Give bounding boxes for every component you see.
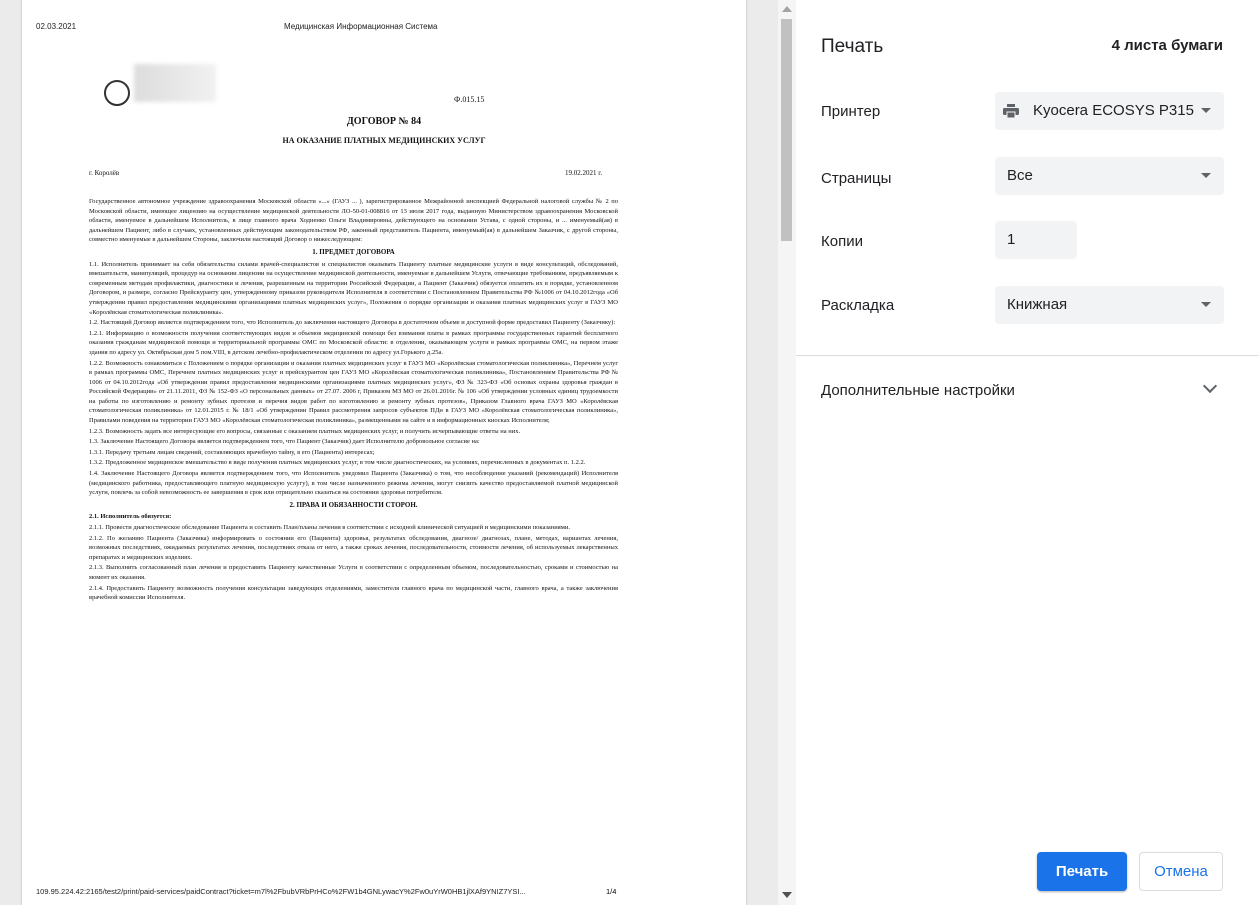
clause: 1.3.1. Передачу третьим лицам сведений, …	[89, 448, 375, 456]
clause: 1.3.2. Предложенное медицинское вмешател…	[89, 459, 586, 467]
section-2-title: 2. ПРАВА И ОБЯЗАННОСТИ СТОРОН.	[289, 500, 418, 509]
document-body: Государственное автономное учреждение зд…	[89, 197, 618, 604]
sheet-count: 4 листа бумаги	[1111, 37, 1223, 54]
clause: 2.1.2. По желанию Пациента (Заказчика) и…	[89, 534, 618, 561]
chevron-down-icon	[1201, 302, 1211, 307]
clause: 2.1.4. Предоставить Пациенту возможность…	[89, 584, 618, 602]
print-button[interactable]: Печать	[1037, 852, 1127, 891]
header-date: 02.03.2021	[36, 22, 77, 31]
redacted-logo-text	[134, 64, 216, 102]
footer-url: 109.95.224.42:2165/test2/print/paid-serv…	[36, 887, 526, 896]
copies-value: 1	[1007, 231, 1016, 248]
clause: 1.2. Настоящий Договор является подтверж…	[89, 319, 616, 327]
header-title: Медицинская Информационная Система	[284, 22, 438, 31]
preview-page: 02.03.2021 Медицинская Информационная Си…	[22, 0, 746, 905]
form-code: Ф.015.15	[454, 95, 485, 104]
page-indicator: 1/4	[606, 887, 617, 896]
print-preview-area: 02.03.2021 Медицинская Информационная Си…	[0, 0, 778, 905]
preview-scrollbar[interactable]	[778, 0, 796, 905]
pages-select[interactable]: Все	[995, 157, 1224, 195]
clause: 1.3. Заключение Настоящего Договора явля…	[89, 438, 480, 446]
cancel-button[interactable]: Отмена	[1139, 852, 1223, 891]
intro-paragraph: Государственное автономное учреждение зд…	[89, 198, 618, 244]
clause: 1.2.2. Возможность ознакомиться с Положе…	[89, 359, 618, 425]
document-subtitle: НА ОКАЗАНИЕ ПЛАТНЫХ МЕДИЦИНСКИХ УСЛУГ	[282, 136, 486, 145]
scroll-down-arrow-icon[interactable]	[782, 892, 792, 898]
clause: 2.1.1. Провести диагностическое обследов…	[89, 524, 570, 531]
section-1-title: 1. ПРЕДМЕТ ДОГОВОРА	[312, 247, 395, 256]
printer-label: Принтер	[821, 103, 881, 120]
pages-label: Страницы	[821, 170, 892, 187]
chevron-down-icon[interactable]	[1202, 378, 1218, 394]
print-settings-panel: Печать 4 листа бумаги Принтер Kyocera EC…	[796, 0, 1259, 905]
clause: 1.2.1. Информацию о возможности получени…	[89, 329, 618, 356]
scroll-up-arrow-icon[interactable]	[782, 6, 792, 12]
clause: 1.4. Заключение Настоящего Договора явля…	[89, 470, 618, 497]
pages-value: Все	[1007, 167, 1033, 184]
scrollbar-thumb[interactable]	[781, 19, 792, 241]
panel-title: Печать	[821, 36, 884, 57]
layout-select[interactable]: Книжная	[995, 286, 1224, 324]
document-date: 19.02.2021 г.	[565, 169, 603, 177]
section-2-subtitle: 2.1. Исполнитель обязуется:	[89, 513, 172, 521]
clause: 1.2.3. Возможность задать все интересующ…	[89, 427, 521, 435]
printer-select[interactable]: Kyocera ECOSYS P315	[995, 92, 1224, 130]
clause: 1.1. Исполнитель принимает на себя обяза…	[89, 260, 618, 316]
panel-divider	[796, 355, 1259, 356]
printer-icon	[1003, 104, 1019, 118]
organization-logo	[104, 80, 130, 106]
layout-label: Раскладка	[821, 297, 895, 314]
chevron-down-icon	[1201, 108, 1211, 113]
more-settings-toggle[interactable]: Дополнительные настройки	[821, 382, 1015, 399]
document-city: г. Королёв	[89, 169, 120, 177]
copies-input[interactable]: 1	[995, 221, 1077, 259]
document-title: ДОГОВОР № 84	[346, 116, 422, 127]
chevron-down-icon	[1201, 173, 1211, 178]
layout-value: Книжная	[1007, 296, 1068, 313]
printer-value: Kyocera ECOSYS P315	[1033, 102, 1194, 119]
copies-label: Копии	[821, 233, 863, 250]
clause: 2.1.3. Выполнить согласованный план лече…	[89, 564, 618, 581]
